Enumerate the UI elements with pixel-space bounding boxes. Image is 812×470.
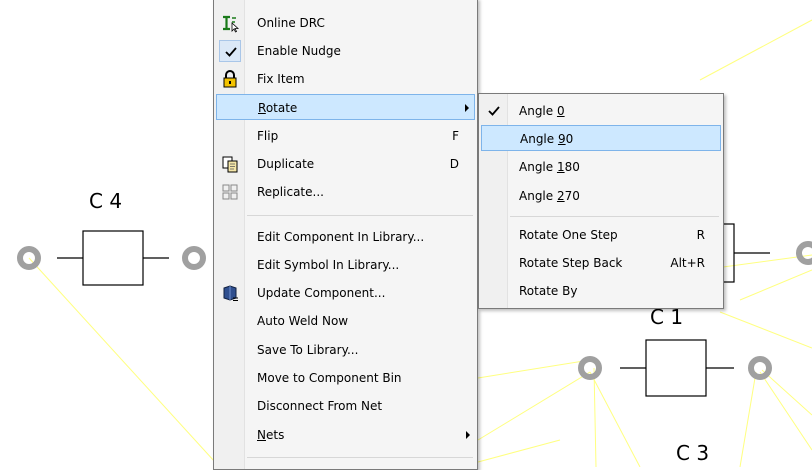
submenu-arrow-icon [466,431,470,439]
wire [589,371,641,467]
menu-item-enable-nudge[interactable]: Enable Nudge [216,38,475,64]
menu-item-label: Enable Nudge [257,44,341,58]
menu-item-label: Angle 90 [520,132,574,146]
menu-item-label: Duplicate [257,157,315,171]
component-c4[interactable]: C 4 [17,189,206,286]
menu-item-duplicate[interactable]: Duplicate D [216,151,475,177]
context-menu: Online DRC Enable Nudge Fix Item Rotate … [213,0,478,470]
wire [28,257,216,463]
menu-item-update-component[interactable]: Update Component... [216,280,475,306]
update-component-icon [223,285,238,301]
component-label-c4: C 4 [89,189,122,213]
menu-item-rotate-one-step[interactable]: Rotate One Step R [481,222,721,248]
checkmark-icon [488,106,500,116]
wire [477,439,561,463]
access-key: 2 [556,189,565,203]
menu-item-label: Angle 270 [519,189,580,203]
component-c1[interactable]: C 1 [578,305,772,397]
menu-item-label: Rotate Step Back [519,256,623,270]
pad [796,241,812,265]
menu-separator [510,216,719,217]
shortcut-label: R [696,228,705,242]
menu-item-label: Save To Library... [257,343,359,357]
menu-item-rotate[interactable]: Rotate [216,94,475,120]
menu-separator [247,215,473,216]
menu-item-save-to-library[interactable]: Save To Library... [216,337,475,363]
shortcut-label: D [449,157,459,171]
shortcut-label: Alt+R [670,256,705,270]
menu-item-label: Auto Weld Now [257,314,349,328]
menu-item-label: Angle 180 [519,160,580,174]
lock-icon [223,70,237,88]
pad [578,356,602,380]
menu-item-edit-symbol-in-library[interactable]: Edit Symbol In Library... [216,252,475,278]
menu-item-label: Move to Component Bin [257,371,402,385]
menu-item-replicate[interactable]: Replicate... [216,179,475,205]
access-key: 9 [557,132,566,146]
menu-item-edit-component-in-library[interactable]: Edit Component In Library... [216,224,475,250]
menu-item-label: Fix Item [257,72,305,86]
menu-item-angle-270[interactable]: Angle 270 [481,183,721,209]
checkmark-icon [225,47,237,57]
menu-item-angle-90[interactable]: Angle 90 [481,125,721,151]
component-body [82,230,144,286]
menu-item-disconnect-from-net[interactable]: Disconnect From Net [216,393,475,419]
menu-item-rotate-step-back[interactable]: Rotate Step Back Alt+R [481,250,721,276]
menu-separator [247,457,473,458]
menu-item-label: Rotate [258,101,298,115]
menu-item-auto-weld-now[interactable]: Auto Weld Now [216,308,475,334]
menu-item-flip[interactable]: Flip F [216,123,475,149]
replicate-icon [222,184,238,200]
pad [748,356,772,380]
wire [739,269,812,301]
access-key: N [257,428,266,442]
access-key: 1 [556,160,565,174]
menu-item-label: Update Component... [257,286,386,300]
menu-item-label: Angle 0 [519,104,565,118]
menu-item-move-to-component-bin[interactable]: Move to Component Bin [216,365,475,391]
pad [182,246,206,270]
menu-item-angle-180[interactable]: Angle 180 [481,154,721,180]
wire [759,371,812,451]
menu-item-label: Nets [257,428,285,442]
menu-item-online-drc[interactable]: Online DRC [216,10,475,36]
shortcut-label: F [452,129,459,143]
rotate-submenu: Angle 0 Angle 90 Angle 180 Angle 270 Rot… [478,93,724,309]
wire [699,19,812,81]
menu-item-nets[interactable]: Nets [216,422,475,448]
submenu-arrow-icon [465,104,469,112]
wire [719,311,812,349]
access-key: R [258,101,266,115]
online-drc-icon [223,15,240,33]
component-label-c3: C 3 [676,441,709,465]
menu-item-label: Online DRC [257,16,325,30]
menu-item-fix-item[interactable]: Fix Item [216,66,475,92]
wire [761,369,812,416]
menu-item-label: Replicate... [257,185,324,199]
menu-item-angle-0[interactable]: Angle 0 [481,98,721,124]
menu-item-rotate-by[interactable]: Rotate By [481,278,721,304]
wire [477,371,591,441]
menu-item-label: Rotate By [519,284,578,298]
wire [739,371,757,467]
menu-item-label: Rotate One Step [519,228,618,242]
menu-item-label: Flip [257,129,279,143]
component-body [645,339,707,397]
duplicate-icon [222,156,238,173]
menu-item-label: Edit Component In Library... [257,230,425,244]
wire [477,359,591,379]
access-key: 0 [556,104,565,118]
menu-item-label: Disconnect From Net [257,399,383,413]
menu-item-label: Edit Symbol In Library... [257,258,400,272]
